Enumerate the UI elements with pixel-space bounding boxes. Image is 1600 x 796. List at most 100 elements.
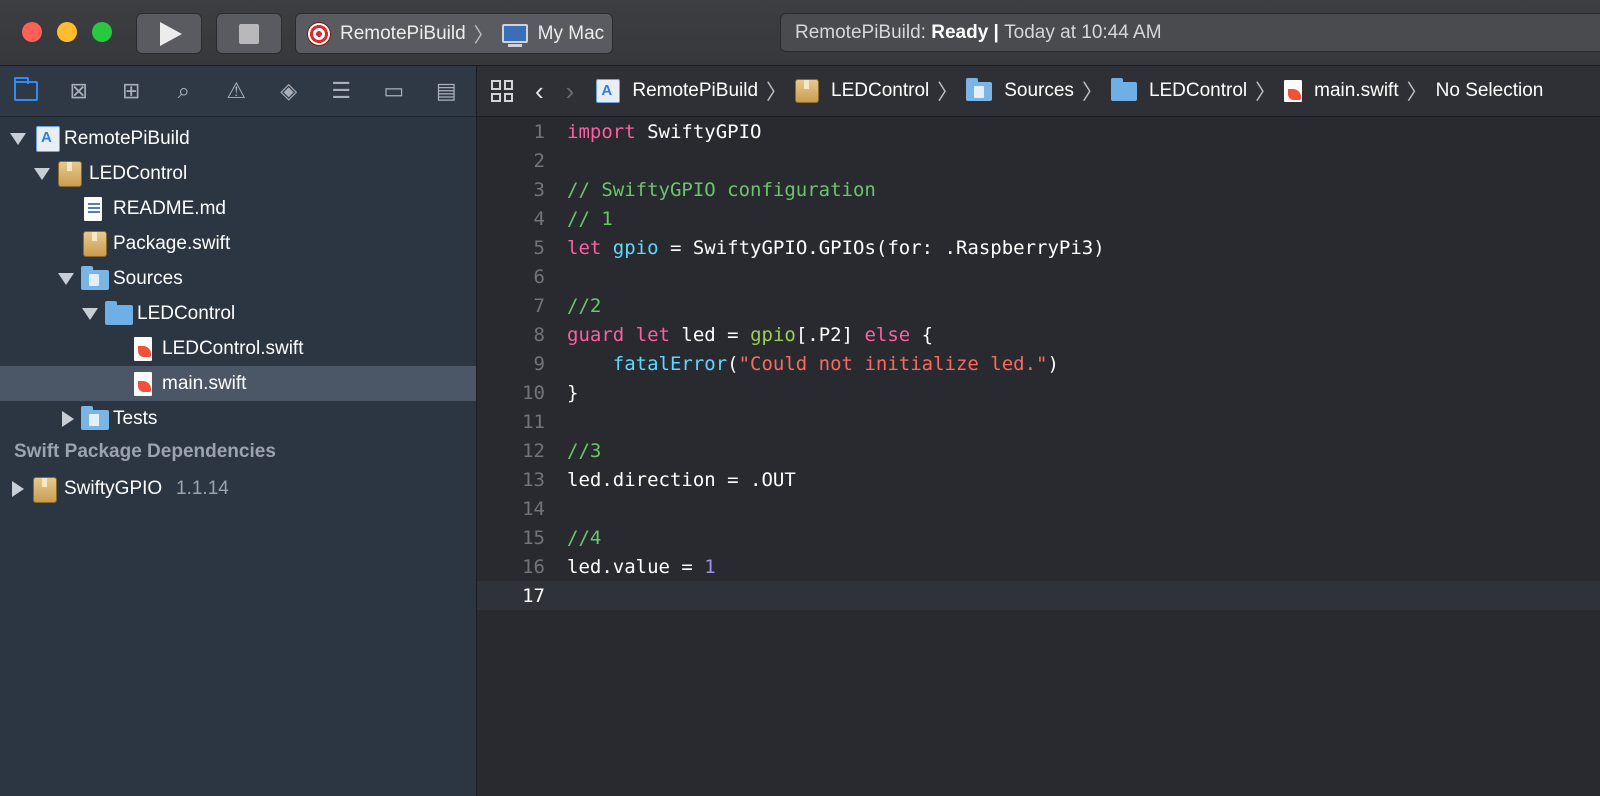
line-number: 16	[522, 555, 545, 578]
code-text: import SwiftyGPIO	[567, 120, 762, 143]
line-number: 15	[522, 526, 545, 549]
report-navigator-tab[interactable]: ▤	[420, 66, 473, 116]
breadcrumb-selection[interactable]: No Selection	[1436, 80, 1544, 102]
breakpoint-icon: ▭	[383, 78, 405, 103]
related-items-icon[interactable]	[491, 80, 513, 102]
symbol-navigator-tab[interactable]: ⊞	[105, 66, 158, 116]
breadcrumb-label: LEDControl	[1148, 80, 1248, 101]
tree-item-label: Tests	[113, 407, 158, 429]
tree-item-label: LEDControl.swift	[162, 337, 304, 359]
breadcrumb-project[interactable]: RemotePiBuild	[596, 79, 758, 103]
line-number: 14	[522, 497, 545, 520]
line-number: 7	[533, 294, 545, 317]
zoom-window-button[interactable]	[92, 22, 112, 42]
breadcrumb-label: Sources	[1004, 80, 1074, 101]
group-folder-icon	[966, 77, 993, 101]
package-dependency-icon	[33, 477, 57, 503]
breadcrumb-label: main.swift	[1314, 80, 1399, 101]
dependencies-header: Swift Package Dependencies	[14, 441, 276, 462]
forward-arrow-icon[interactable]: ›	[566, 76, 575, 107]
tree-item-tests[interactable]: Tests	[0, 401, 476, 436]
play-icon	[160, 21, 182, 46]
project-navigator: ⊠ ⊞ ⌕ ⚠ ◈ ☰ ▭ ▤ RemotePiBuild LEDControl…	[0, 66, 477, 796]
folder-icon	[1110, 77, 1137, 101]
breakpoint-navigator-tab[interactable]: ▭	[368, 66, 421, 116]
current-code-line[interactable]: 17	[477, 581, 1600, 610]
tree-item-label: Sources	[113, 267, 183, 289]
project-navigator-tab[interactable]	[0, 66, 53, 116]
code-line: 4 // 1	[477, 204, 1600, 233]
xcode-window: RemotePiBuild 〉 My Mac RemotePiBuild: Re…	[0, 0, 1600, 796]
chevron-right-icon: 〉	[473, 25, 494, 47]
code-line: 8 guard let led = gpio[.P2] else {	[477, 320, 1600, 349]
file-tree: RemotePiBuild LEDControl README.md Packa…	[0, 117, 476, 436]
code-comment: // 1	[567, 207, 613, 230]
chevron-right-icon: 〉	[1406, 81, 1428, 104]
breadcrumb-file[interactable]: main.swift	[1284, 80, 1399, 102]
package-icon	[58, 160, 82, 187]
status-state: Ready	[931, 21, 989, 43]
dependency-version: 1.1.14	[176, 477, 229, 499]
jump-bar: ‹ › RemotePiBuild 〉 LEDControl 〉 Sources…	[477, 66, 1600, 117]
breadcrumb-folder[interactable]: LEDControl	[1110, 77, 1248, 102]
code-line: 5 let gpio = SwiftyGPIO.GPIOs(for: .Raspb…	[477, 233, 1600, 262]
source-control-icon: ⊠	[69, 78, 88, 103]
package-icon	[795, 79, 820, 103]
code-line: 16 led.value = 1	[477, 552, 1600, 581]
line-number: 3	[533, 178, 545, 201]
tree-item-package-swift[interactable]: Package.swift	[0, 226, 476, 261]
folder-icon	[14, 77, 39, 101]
disclosure-open-icon[interactable]	[58, 272, 74, 285]
tree-item-ledcontrol-folder[interactable]: LEDControl	[0, 296, 476, 331]
code-text: let gpio = SwiftyGPIO.GPIOs(for: .Raspbe…	[567, 236, 1105, 259]
code-comment: //3	[567, 439, 602, 462]
status-prefix: RemotePiBuild:	[795, 21, 926, 43]
diamond-icon: ◈	[280, 78, 298, 103]
test-navigator-tab[interactable]: ◈	[263, 66, 316, 116]
run-button[interactable]	[136, 13, 202, 54]
breadcrumb-sources[interactable]: Sources	[966, 77, 1074, 102]
code-comment: //4	[567, 526, 602, 549]
tree-item-sources[interactable]: Sources	[0, 261, 476, 296]
code-line: 10}	[477, 378, 1600, 407]
source-editor[interactable]: 1 import SwiftyGPIO 2 3 // SwiftyGPIO conf…	[477, 117, 1600, 796]
tree-item-label: LEDControl	[137, 302, 236, 324]
line-number: 6	[533, 265, 545, 288]
scheme-selector[interactable]: RemotePiBuild 〉 My Mac	[295, 13, 613, 54]
tree-item-label: Package.swift	[113, 232, 231, 254]
debug-navigator-tab[interactable]: ☰	[315, 66, 368, 116]
message-icon: ▤	[435, 78, 457, 103]
tree-item-ledcontrol-swift[interactable]: LEDControl.swift	[0, 331, 476, 366]
disclosure-open-icon[interactable]	[82, 307, 98, 320]
code-line: 6	[477, 262, 1600, 291]
issue-navigator-tab[interactable]: ⚠	[210, 66, 263, 116]
code-line: 14	[477, 494, 1600, 523]
tree-item-main-swift[interactable]: main.swift	[0, 366, 476, 401]
code-comment: // SwiftyGPIO configuration	[567, 178, 876, 201]
breadcrumb-package[interactable]: LEDControl	[795, 79, 929, 103]
disclosure-open-icon[interactable]	[34, 167, 50, 180]
breadcrumb-label: LEDControl	[831, 80, 930, 101]
tree-item-package[interactable]: LEDControl	[0, 156, 476, 191]
back-arrow-icon[interactable]: ‹	[535, 76, 544, 107]
code-line: 13 led.direction = .OUT	[477, 465, 1600, 494]
tree-item-readme[interactable]: README.md	[0, 191, 476, 226]
disclosure-closed-icon[interactable]	[12, 480, 24, 497]
code-line: 9 fatalError("Could not initialize led."…	[477, 349, 1600, 378]
code-line: 7 //2	[477, 291, 1600, 320]
dependency-item[interactable]: SwiftyGPIO 1.1.14	[0, 471, 476, 506]
disclosure-open-icon[interactable]	[10, 132, 26, 145]
find-navigator-tab[interactable]: ⌕	[158, 66, 211, 116]
stop-icon	[239, 23, 259, 44]
tree-item-project[interactable]: RemotePiBuild	[0, 121, 476, 156]
destination-name: My Mac	[537, 22, 605, 44]
group-folder-icon	[81, 266, 109, 290]
line-number: 1	[533, 120, 545, 143]
minimize-window-button[interactable]	[57, 22, 77, 42]
line-number: 10	[522, 381, 545, 404]
source-control-navigator-tab[interactable]: ⊠	[53, 66, 106, 116]
list-icon: ☰	[331, 78, 352, 103]
stop-button[interactable]	[216, 13, 282, 54]
close-window-button[interactable]	[22, 22, 42, 42]
disclosure-closed-icon[interactable]	[62, 410, 74, 427]
